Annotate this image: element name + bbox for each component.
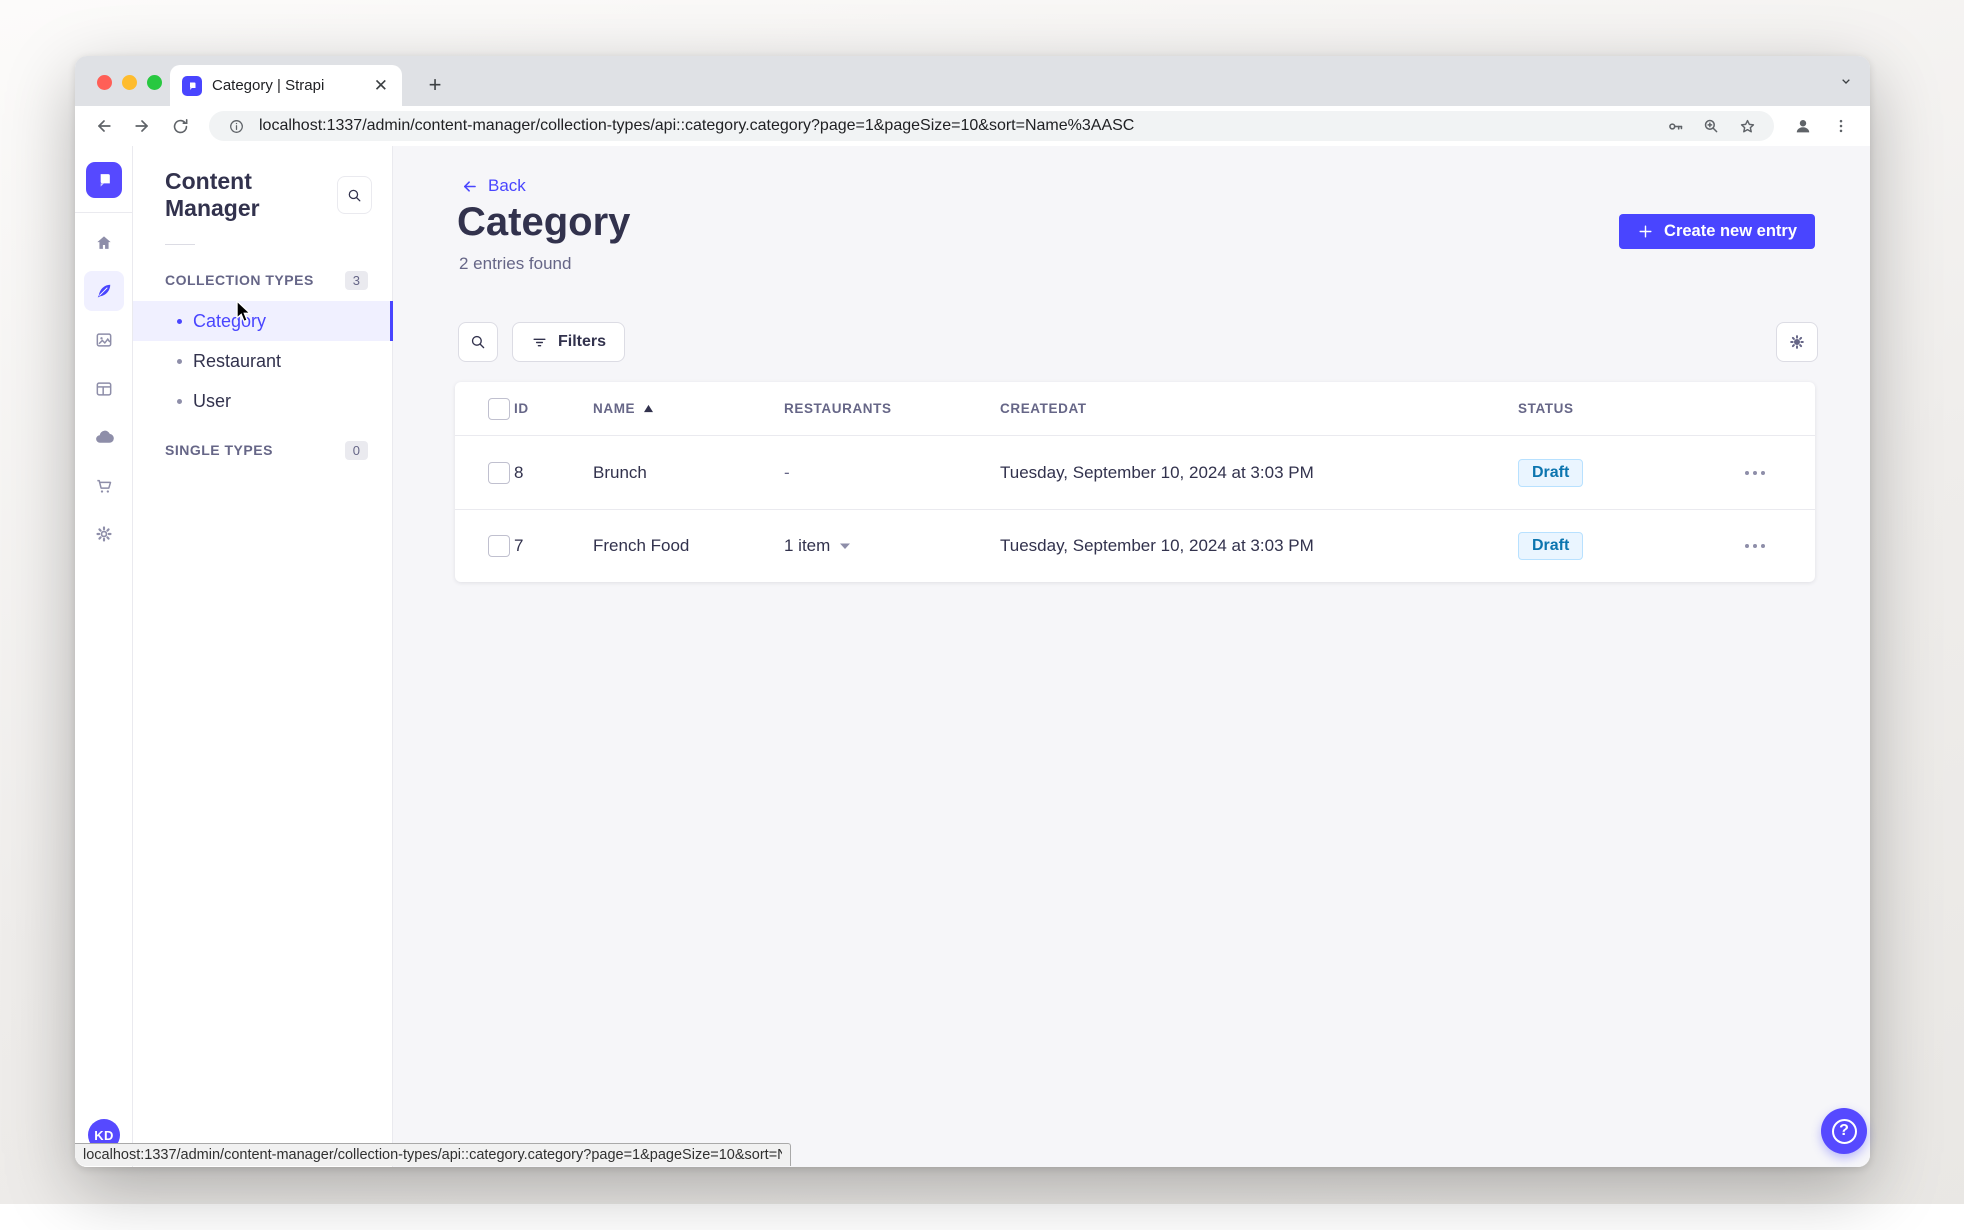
cloud-icon[interactable]	[84, 417, 124, 457]
filters-button[interactable]: Filters	[512, 322, 626, 362]
back-icon[interactable]	[89, 111, 119, 141]
forward-icon[interactable]	[127, 111, 157, 141]
browser-window: Category | Strapi ✕ + localhost:1337/adm…	[75, 56, 1870, 1167]
reload-icon[interactable]	[165, 111, 195, 141]
bullet-icon	[177, 318, 182, 324]
sidebar-divider	[165, 244, 195, 245]
sidebar-title: Content Manager	[165, 168, 260, 221]
row-actions-menu-icon[interactable]	[1745, 544, 1815, 548]
row-checkbox[interactable]	[488, 535, 510, 557]
main-content: Back Category 2 entries found Create new…	[393, 146, 1870, 1167]
bookmark-star-icon[interactable]	[1734, 111, 1760, 141]
help-button[interactable]: ?	[1821, 1108, 1867, 1154]
chevron-down-icon	[840, 543, 851, 549]
cell-name: French Food	[593, 536, 690, 555]
view-settings-button[interactable]	[1776, 322, 1818, 362]
row-actions-menu-icon[interactable]	[1745, 470, 1815, 475]
plus-icon	[1639, 225, 1652, 238]
entries-table: ID NAME RESTAURANTS CREATEDAT STATUS 8 B…	[455, 382, 1815, 582]
back-link[interactable]: Back	[460, 176, 526, 196]
tab-title: Category | Strapi	[212, 77, 325, 94]
browser-tab[interactable]: Category | Strapi ✕	[170, 65, 402, 106]
rail-divider	[75, 212, 133, 213]
page-title: Category	[457, 200, 631, 244]
marketplace-cart-icon[interactable]	[84, 466, 124, 506]
browser-tab-bar: Category | Strapi ✕ +	[75, 56, 1870, 106]
select-all-checkbox[interactable]	[488, 397, 510, 420]
password-key-icon[interactable]	[1662, 111, 1688, 141]
status-badge: Draft	[1518, 532, 1584, 560]
zoom-page-icon[interactable]	[1698, 111, 1724, 141]
sidebar-search-button[interactable]	[337, 176, 372, 214]
create-new-entry-button[interactable]: Create new entry	[1619, 214, 1815, 249]
column-header-restaurants[interactable]: RESTAURANTS	[784, 401, 1000, 416]
column-header-createdat[interactable]: CREATEDAT	[1000, 401, 1518, 416]
traffic-lights	[97, 75, 162, 90]
media-library-icon[interactable]	[84, 320, 124, 360]
link-status-bar: localhost:1337/admin/content-manager/col…	[75, 1143, 791, 1166]
sidebar-item-label: User	[193, 390, 232, 411]
strapi-favicon-icon	[182, 75, 202, 96]
list-search-button[interactable]	[458, 322, 498, 362]
bullet-icon	[177, 398, 182, 404]
bullet-icon	[177, 358, 182, 364]
tab-close-icon[interactable]: ✕	[372, 76, 390, 96]
status-badge: Draft	[1518, 458, 1584, 487]
cell-id: 7	[514, 536, 524, 555]
sidebar-item-restaurant[interactable]: Restaurant	[133, 341, 392, 381]
cell-id: 8	[514, 462, 524, 482]
main-nav-rail: KD	[75, 146, 133, 1167]
new-tab-button[interactable]: +	[420, 70, 450, 100]
page-info-icon[interactable]	[223, 111, 249, 141]
minimize-window-button[interactable]	[122, 75, 137, 90]
back-arrow-icon	[463, 180, 476, 192]
home-icon[interactable]	[84, 223, 124, 263]
url-text[interactable]: localhost:1337/admin/content-manager/col…	[259, 117, 1652, 135]
single-types-label: SINGLE TYPES	[165, 442, 273, 458]
cell-restaurants: -	[784, 462, 790, 482]
sort-ascending-icon	[644, 404, 654, 413]
entries-count: 2 entries found	[459, 254, 572, 273]
settings-gear-icon[interactable]	[84, 514, 124, 554]
close-window-button[interactable]	[97, 75, 112, 90]
sidebar-item-label: Restaurant	[193, 350, 282, 371]
sidebar-item-category[interactable]: Category	[133, 301, 393, 341]
column-header-name[interactable]: NAME	[593, 401, 784, 416]
column-header-id[interactable]: ID	[514, 401, 593, 416]
content-manager-sidebar: Content Manager COLLECTION TYPES 3 Categ…	[133, 146, 393, 1167]
strapi-app: KD Content Manager COLLECTION TYPES 3 Ca…	[75, 146, 1870, 1167]
cell-createdat: Tuesday, September 10, 2024 at 3:03 PM	[1000, 462, 1314, 482]
content-type-builder-icon[interactable]	[84, 369, 124, 409]
cell-restaurants[interactable]: 1 item	[784, 536, 1000, 556]
browser-menu-icon[interactable]	[1826, 111, 1856, 141]
mouse-cursor	[234, 300, 256, 324]
filter-icon	[533, 338, 546, 346]
strapi-logo-icon[interactable]	[86, 162, 122, 198]
column-header-status[interactable]: STATUS	[1518, 401, 1719, 416]
row-checkbox[interactable]	[488, 461, 510, 484]
collection-types-count-badge: 3	[344, 270, 368, 290]
table-row[interactable]: 8 Brunch - Tuesday, September 10, 2024 a…	[455, 436, 1815, 509]
question-mark-icon: ?	[1831, 1118, 1857, 1144]
single-types-count-badge: 0	[344, 440, 368, 460]
content-manager-icon[interactable]	[84, 271, 124, 311]
desktop-bottom-strip	[0, 1204, 1964, 1230]
collection-types-label: COLLECTION TYPES	[165, 272, 314, 288]
cell-createdat: Tuesday, September 10, 2024 at 3:03 PM	[1000, 536, 1314, 555]
cell-name: Brunch	[593, 462, 647, 482]
url-bar[interactable]: localhost:1337/admin/content-manager/col…	[209, 111, 1774, 141]
profile-icon[interactable]	[1788, 111, 1818, 141]
table-row[interactable]: 7 French Food 1 item Tuesday, September …	[455, 509, 1815, 582]
tab-search-chevron-icon[interactable]	[1838, 73, 1854, 89]
browser-toolbar: localhost:1337/admin/content-manager/col…	[75, 106, 1870, 146]
zoom-window-button[interactable]	[147, 75, 162, 90]
sidebar-item-user[interactable]: User	[133, 381, 392, 421]
table-header-row: ID NAME RESTAURANTS CREATEDAT STATUS	[455, 382, 1815, 436]
